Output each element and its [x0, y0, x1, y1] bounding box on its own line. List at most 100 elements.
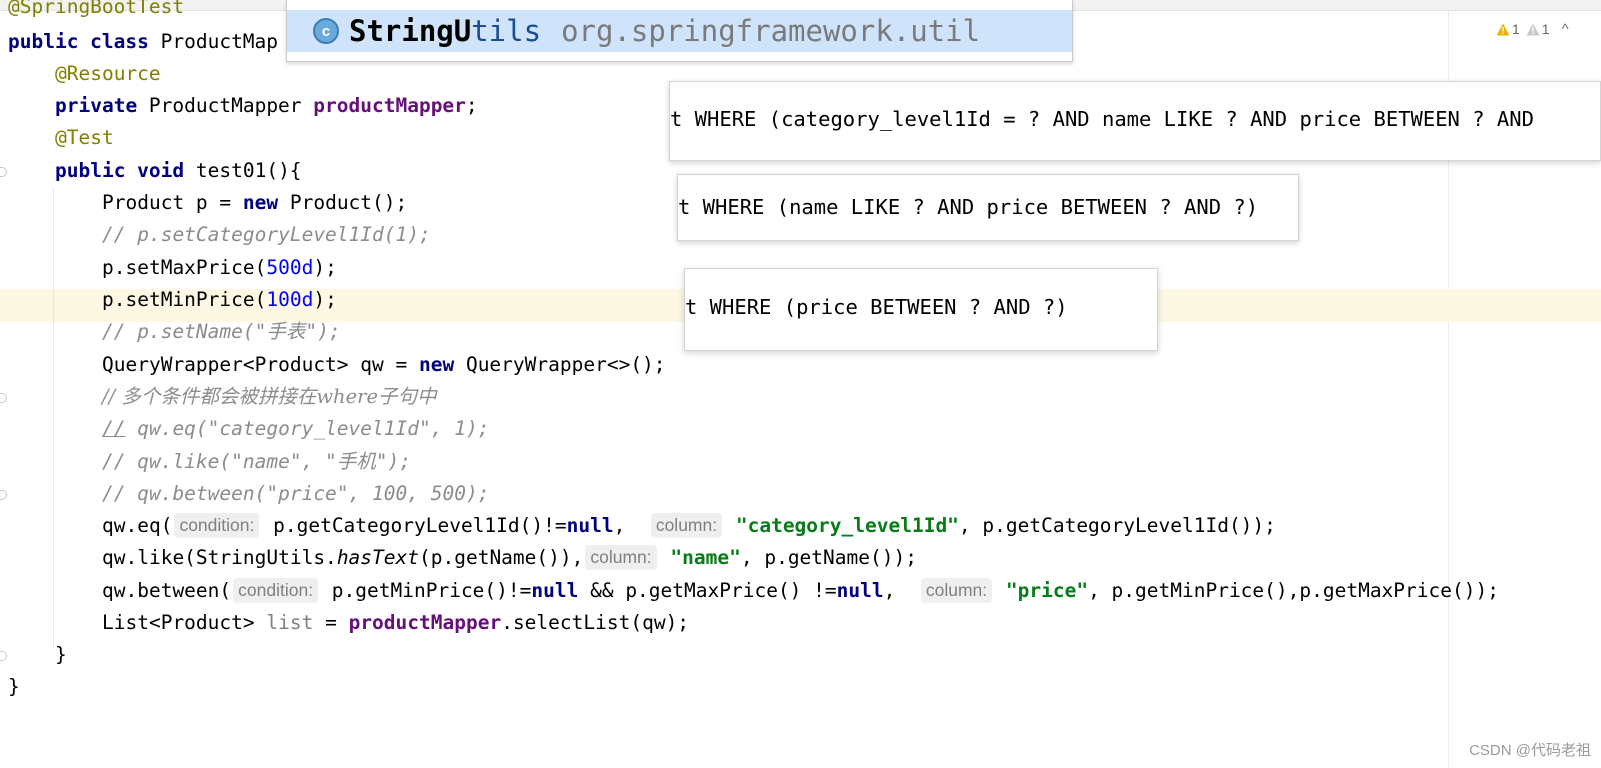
code-text: =: [313, 611, 349, 634]
code-text: ,: [883, 579, 919, 602]
code-text: }: [55, 643, 67, 666]
code-text: Product();: [289, 191, 408, 214]
weak-warning-indicator[interactable]: 1: [1526, 21, 1550, 37]
keyword: private: [55, 94, 149, 117]
sql-output-box-1: t WHERE (category_level1Id = ? AND name …: [669, 81, 1601, 161]
autocomplete-item-next[interactable]: [297, 56, 1057, 61]
fold-marker-icon[interactable]: [0, 393, 7, 403]
code-text: ,: [613, 514, 649, 537]
keyword: public void: [55, 159, 196, 182]
weak-warning-icon: [1526, 23, 1540, 35]
match-highlight: StringU: [349, 14, 472, 48]
code-line-close-class[interactable]: }: [8, 670, 20, 703]
code-text: , p.getCategoryLevel1Id());: [958, 514, 1276, 537]
code-line-new-product[interactable]: Product p = new Product();: [102, 186, 407, 219]
parameter-hint: condition:: [233, 578, 319, 603]
parameter-hint: condition:: [174, 513, 260, 538]
code-text: ;: [465, 94, 478, 117]
warning-count: 1: [1512, 21, 1520, 37]
code-line-comment-like[interactable]: // qw.like("name", "手机");: [102, 445, 411, 478]
string-literal: "price": [1005, 579, 1089, 602]
code-text: QueryWrapper<>();: [465, 353, 666, 376]
code-line-comment-between[interactable]: // qw.between("price", 100, 500);: [102, 477, 489, 510]
annotation-text: @Resource: [55, 62, 161, 85]
sql-text: t WHERE (category_level1Id = ? AND name …: [670, 107, 1534, 131]
code-text: }: [8, 675, 20, 698]
code-text: , p.getName());: [740, 546, 917, 569]
static-method: hasText: [336, 546, 419, 569]
code-line-method-declaration[interactable]: public void test01(){: [55, 154, 302, 187]
warning-indicator[interactable]: 1: [1496, 21, 1520, 37]
autocomplete-item-selected[interactable]: c StringUtils org.springframework.util: [287, 10, 1072, 52]
code-text: QueryWrapper<Product> qw =: [102, 353, 419, 376]
code-line-set-max-price[interactable]: p.setMaxPrice(500d);: [102, 251, 337, 284]
code-editor[interactable]: @SpringBootTest public class ProductMap …: [0, 0, 1601, 768]
sql-text: t WHERE (price BETWEEN ? AND ?): [685, 295, 1068, 319]
code-text: );: [313, 256, 337, 279]
field-name: productMapper: [313, 94, 466, 117]
code-line-annotation-partial[interactable]: @SpringBootTest: [8, 0, 184, 23]
autocomplete-popup[interactable]: c StringUtils org.springframework.util: [286, 0, 1073, 62]
code-text: Product p =: [102, 191, 243, 214]
code-line-comment-setname[interactable]: // p.setName("手表");: [102, 315, 341, 348]
code-line-test-annotation[interactable]: @Test: [55, 121, 114, 154]
code-line-set-min-price[interactable]: p.setMinPrice(100d);: [102, 283, 337, 316]
comment-text: // p.setCategoryLevel1Id(1);: [102, 223, 431, 246]
keyword: null: [566, 514, 614, 537]
chevron-up-icon[interactable]: ^: [1562, 21, 1569, 38]
keyword: new: [418, 353, 466, 376]
autocomplete-class-name: StringUtils: [349, 14, 541, 48]
code-text: );: [313, 288, 337, 311]
indent-guide: [53, 189, 54, 649]
comment-text: // qw.between("price", 100, 500);: [102, 482, 490, 505]
method-name: test01(){: [195, 159, 302, 182]
code-line-comment-multi[interactable]: // 多个条件都会被拼接在where子句中: [102, 380, 437, 413]
code-line-class-declaration[interactable]: public class ProductMap: [8, 25, 278, 58]
watermark: CSDN @代码老祖: [1469, 742, 1591, 759]
class-name-rest: tils: [471, 14, 542, 48]
code-text: p.getCategoryLevel1Id()!=: [261, 514, 567, 537]
code-line-qw-like[interactable]: qw.like(StringUtils.hasText(p.getName())…: [102, 541, 917, 574]
fold-marker-icon[interactable]: [0, 167, 7, 177]
code-line-close-method[interactable]: }: [55, 638, 67, 671]
code-line-resource-annotation[interactable]: @Resource: [55, 57, 161, 90]
code-text: List<Product>: [102, 611, 267, 634]
class-name: ProductMap: [160, 30, 279, 53]
parameter-hint: column:: [585, 545, 657, 570]
code-text: p.getMinPrice()!=: [320, 579, 532, 602]
code-line-select-list[interactable]: List<Product> list = productMapper.selec…: [102, 606, 689, 639]
number-literal: 500d: [266, 256, 314, 279]
code-text: && p.getMaxPrice() !=: [578, 579, 837, 602]
code-text: .selectList(qw);: [501, 611, 690, 634]
sql-output-box-3: t WHERE (price BETWEEN ? AND ?): [684, 268, 1158, 351]
fold-marker-icon[interactable]: [0, 651, 7, 661]
autocomplete-item-previous[interactable]: [287, 0, 1072, 8]
comment-text: //: [102, 417, 126, 440]
code-text: qw.eq(: [102, 514, 173, 537]
annotation-text: @Test: [55, 126, 114, 149]
parameter-hint: column:: [650, 513, 723, 538]
field-name: productMapper: [348, 611, 502, 634]
code-line-qw-between[interactable]: qw.between(condition: p.getMinPrice()!=n…: [102, 574, 1499, 607]
comment-text: // p.setName("手表");: [102, 320, 341, 343]
code-text: , p.getMinPrice(),p.getMaxPrice());: [1088, 579, 1499, 602]
class-icon: c: [313, 18, 339, 44]
code-line-comment-eq[interactable]: // qw.eq("category_level1Id", 1);: [102, 412, 489, 445]
code-text: p.setMinPrice(: [102, 288, 267, 311]
code-line-new-querywrapper[interactable]: QueryWrapper<Product> qw = new QueryWrap…: [102, 348, 666, 381]
parameter-hint: column:: [920, 578, 993, 603]
sql-output-box-2: t WHERE (name LIKE ? AND price BETWEEN ?…: [677, 174, 1299, 241]
type-name: ProductMapper: [148, 94, 314, 117]
code-line-comment-setcategory[interactable]: // p.setCategoryLevel1Id(1);: [102, 218, 431, 251]
sql-text: t WHERE (name LIKE ? AND price BETWEEN ?…: [678, 195, 1259, 219]
code-text: (p.getName()),: [419, 546, 584, 569]
inspection-widget[interactable]: 1 1 ^: [1496, 18, 1569, 40]
code-line-field[interactable]: private ProductMapper productMapper;: [55, 89, 478, 122]
code-line-qw-eq[interactable]: qw.eq(condition: p.getCategoryLevel1Id()…: [102, 509, 1276, 542]
fold-marker-icon[interactable]: [0, 490, 7, 500]
keyword: null: [531, 579, 579, 602]
keyword: null: [836, 579, 884, 602]
